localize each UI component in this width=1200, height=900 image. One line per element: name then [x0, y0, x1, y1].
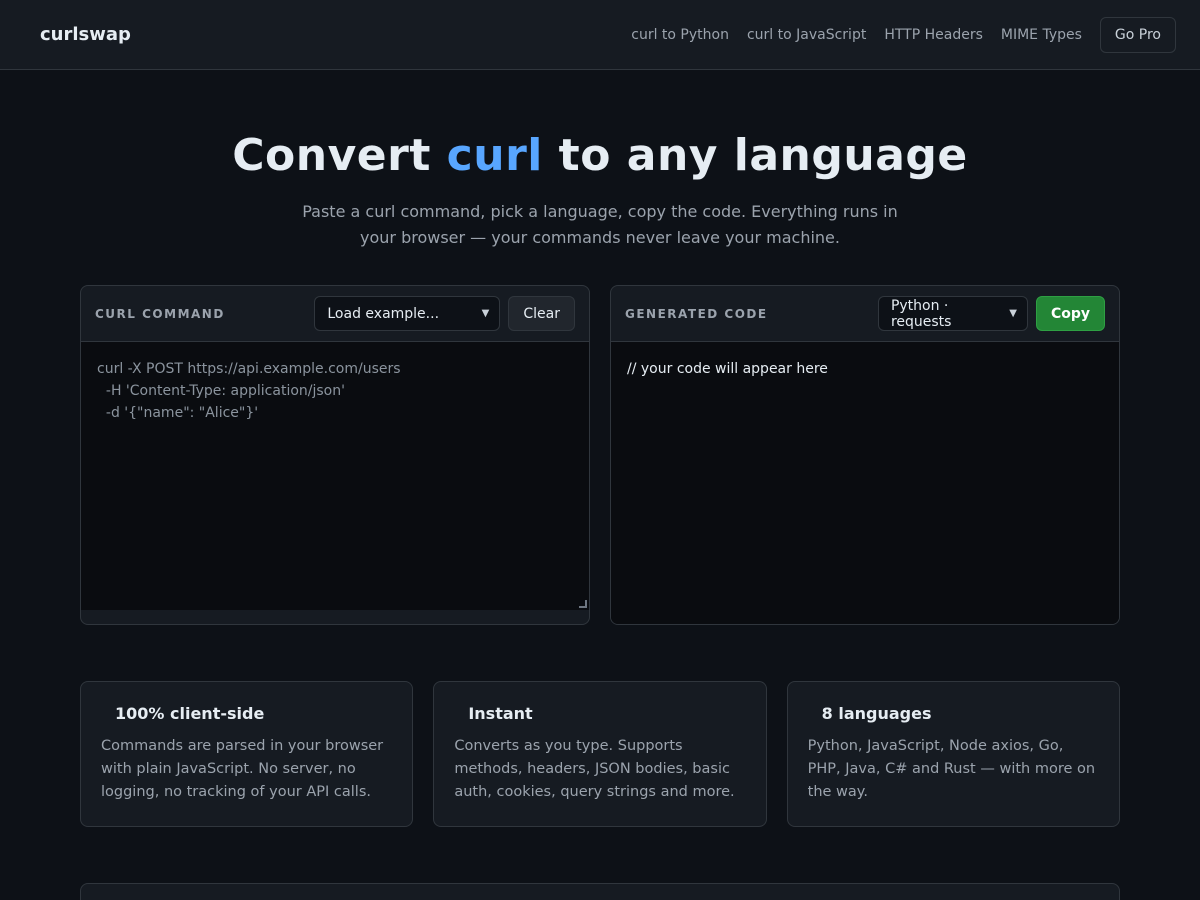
title-prefix: Convert [232, 130, 447, 181]
hero-subtitle: Paste a curl command, pick a language, c… [302, 202, 898, 247]
feature-text: Python, JavaScript, Node axios, Go, PHP,… [807, 738, 1096, 800]
copy-button[interactable]: Copy [1035, 296, 1105, 331]
placeholder-line: -H 'Content-Type: application/json' [97, 383, 345, 399]
output-panel-title: GENERATED CODE [625, 306, 768, 321]
generated-code-text: // your code will appear here [627, 361, 828, 377]
chevron-down-icon: ▼ [481, 308, 490, 319]
nav-link-curl-to-javascript[interactable]: curl to JavaScript [747, 27, 866, 43]
top-bar: curlswap curl to Python curl to JavaScri… [0, 0, 1200, 70]
feature-cards: 100% client-side Commands are parsed in … [80, 681, 1120, 827]
bottom-section-card [80, 883, 1120, 900]
input-panel-header: CURL COMMAND Load example... ▼ Clear [81, 286, 589, 342]
title-accent: curl [446, 130, 543, 181]
input-panel-title: CURL COMMAND [95, 306, 225, 321]
hero: Convert curl to any language Paste a cur… [0, 70, 1200, 251]
load-example-select[interactable]: Load example... ▼ [314, 296, 501, 331]
output-panel-header: GENERATED CODE Python · requests ▼ Copy [611, 286, 1119, 342]
title-suffix: to any language [542, 130, 968, 181]
converter: CURL COMMAND Load example... ▼ Clear cur… [80, 285, 1120, 625]
feature-card-client-side: 100% client-side Commands are parsed in … [80, 681, 414, 827]
generated-code-output[interactable]: // your code will appear here [611, 342, 1119, 624]
nav-link-curl-to-python[interactable]: curl to Python [631, 27, 729, 43]
go-pro-button[interactable]: Go Pro [1099, 16, 1176, 53]
resize-handle-icon[interactable] [579, 600, 587, 608]
feature-text: Converts as you type. Supports methods, … [454, 738, 735, 800]
placeholder-line: curl -X POST https://api.example.com/use… [97, 361, 401, 377]
language-select[interactable]: Python · requests ▼ [877, 296, 1028, 331]
logo[interactable]: curlswap [40, 24, 131, 45]
input-controls: Load example... ▼ Clear [314, 296, 575, 331]
main-nav: curl to Python curl to JavaScript HTTP H… [631, 16, 1176, 53]
output-controls: Python · requests ▼ Copy [877, 296, 1105, 331]
chevron-down-icon: ▼ [1009, 308, 1017, 319]
feature-title: 100% client-side [115, 704, 265, 723]
feature-card-instant: Instant Converts as you type. Supports m… [433, 681, 767, 827]
nav-link-http-headers[interactable]: HTTP Headers [884, 27, 983, 43]
feature-text: Commands are parsed in your browser with… [101, 738, 384, 800]
output-panel: GENERATED CODE Python · requests ▼ Copy … [610, 285, 1120, 625]
feature-card-languages: 8 languages Python, JavaScript, Node axi… [786, 681, 1120, 827]
clear-button[interactable]: Clear [508, 296, 575, 331]
nav-link-mime-types[interactable]: MIME Types [1001, 27, 1082, 43]
curl-input-textarea[interactable]: curl -X POST https://api.example.com/use… [81, 342, 589, 610]
input-panel: CURL COMMAND Load example... ▼ Clear cur… [80, 285, 590, 625]
feature-title: Instant [468, 704, 533, 723]
placeholder-line: -d '{"name": "Alice"}' [97, 405, 259, 421]
language-select-value: Python · requests [890, 297, 952, 330]
feature-title: 8 languages [821, 704, 932, 723]
page-title: Convert curl to any language [0, 130, 1200, 181]
load-example-select-value: Load example... [327, 305, 440, 322]
